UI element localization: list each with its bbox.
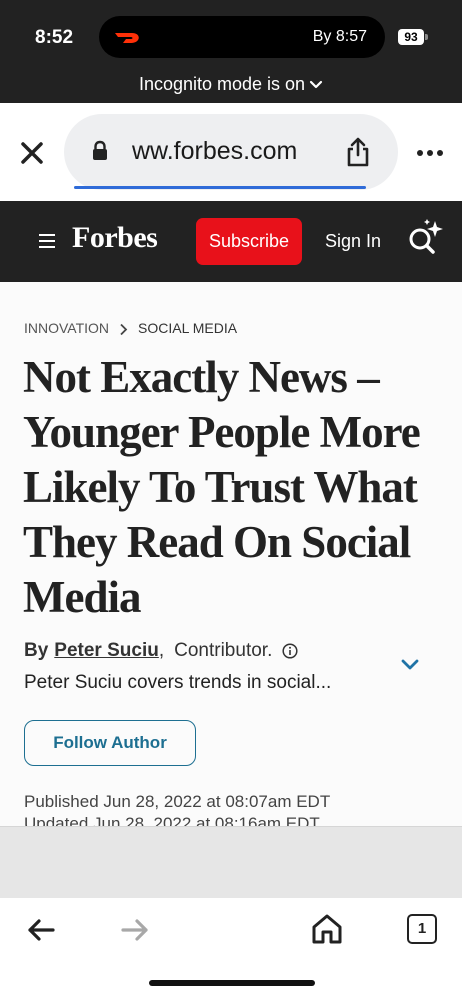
breadcrumb-item-innovation[interactable]: INNOVATION [24,320,109,336]
incognito-label: Incognito mode is on [138,74,306,94]
byline-prefix: By [24,640,49,661]
chevron-right-icon [120,323,128,335]
more-options-icon[interactable] [415,141,445,165]
author-role: Contributor. [174,640,273,661]
live-activity-text: By 8:57 [312,28,367,45]
address-area: ww.forbes.com [0,103,462,201]
hamburger-menu-icon[interactable] [38,233,56,249]
subscribe-button[interactable]: Subscribe [196,218,302,265]
published-date: Published Jun 28, 2022 at 08:07am EDT [24,792,331,811]
info-icon[interactable] [282,643,298,659]
updated-date: Updated Jun 28, 2022 at 08:16am EDT [24,814,320,826]
chevron-down-icon [309,81,323,89]
ad-slot [0,826,462,898]
search-sparkle-icon[interactable] [406,217,446,257]
chevron-down-icon[interactable] [400,658,420,672]
lock-icon [93,140,107,160]
site-header: Forbes Subscribe Sign In [0,201,462,282]
follow-author-button[interactable]: Follow Author [24,720,196,766]
article: INNOVATION SOCIAL MEDIA Not Exactly News … [0,282,462,826]
close-icon[interactable] [18,139,46,167]
article-headline: Not Exactly News – Younger People More L… [23,352,421,622]
url-text[interactable]: ww.forbes.com [132,137,322,166]
status-bar: 8:52 By 8:57 93 [0,0,462,72]
battery-tip [425,34,428,40]
status-time: 8:52 [35,27,74,48]
tab-count: 1 [417,920,427,937]
incognito-banner[interactable]: Incognito mode is on [0,72,462,103]
browser-toolbar: 1 [0,898,462,1000]
forward-arrow-icon[interactable] [120,917,150,943]
home-icon[interactable] [311,913,343,945]
author-name-link[interactable]: Peter Suciu [54,640,159,661]
breadcrumb: INNOVATION SOCIAL MEDIA [24,320,237,336]
byline: By Peter Suciu, Contributor. [24,640,298,662]
home-indicator[interactable] [149,980,315,986]
battery-icon: 93 [398,29,424,45]
back-arrow-icon[interactable] [26,917,56,943]
share-icon[interactable] [344,136,372,168]
battery-level: 93 [404,30,418,44]
author-description: Peter Suciu covers trends in social... [24,672,332,693]
author-comma: , [158,640,165,661]
breadcrumb-item-social-media[interactable]: SOCIAL MEDIA [138,320,237,336]
tab-switcher-button[interactable]: 1 [407,914,437,944]
doordash-icon [115,33,139,43]
page-load-progress [74,186,366,189]
sign-in-link[interactable]: Sign In [325,231,381,252]
forbes-logo[interactable]: Forbes [72,221,158,255]
url-bar[interactable]: ww.forbes.com [64,114,398,190]
dynamic-island[interactable]: By 8:57 [99,16,385,58]
